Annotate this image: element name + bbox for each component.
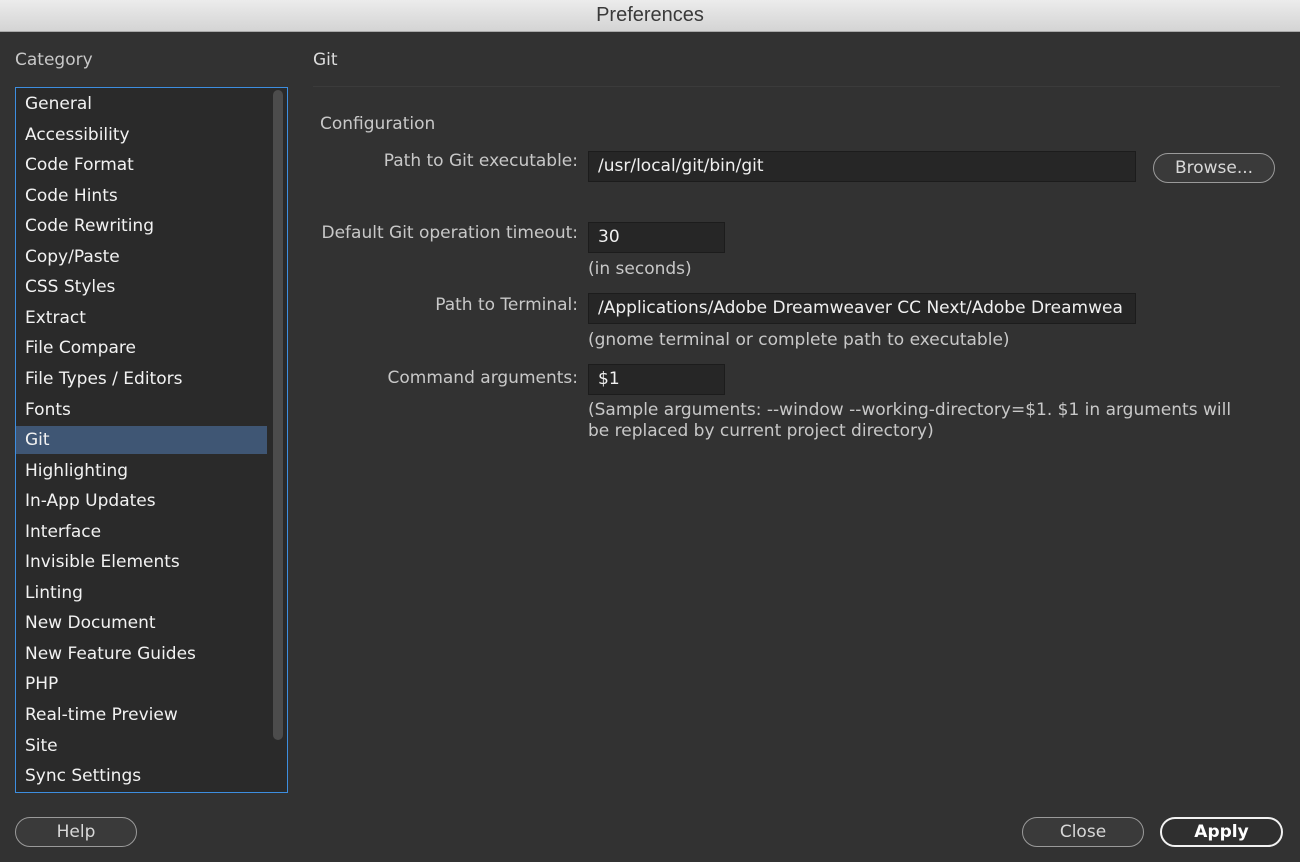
git-path-label: Path to Git executable: bbox=[383, 151, 578, 171]
window-title: Preferences bbox=[596, 4, 704, 26]
panel-title: Git bbox=[313, 50, 338, 70]
configuration-group-label: Configuration bbox=[320, 114, 436, 134]
category-item-file-types-editors[interactable]: File Types / Editors bbox=[16, 365, 267, 393]
apply-button[interactable]: Apply bbox=[1160, 817, 1283, 847]
command-arguments-label: Command arguments: bbox=[387, 368, 579, 388]
panel-divider bbox=[313, 86, 1280, 87]
category-scrollbar[interactable] bbox=[273, 90, 283, 740]
category-item-general[interactable]: General bbox=[16, 90, 267, 118]
window-titlebar: Preferences bbox=[0, 0, 1300, 32]
terminal-hint: (gnome terminal or complete path to exec… bbox=[588, 330, 1010, 350]
category-heading: Category bbox=[15, 50, 93, 70]
arguments-hint-line-2: be replaced by current project directory… bbox=[588, 421, 934, 441]
category-item-fonts[interactable]: Fonts bbox=[16, 396, 267, 424]
category-item-code-rewriting[interactable]: Code Rewriting bbox=[16, 212, 267, 240]
category-item-extract[interactable]: Extract bbox=[16, 304, 267, 332]
terminal-path-input[interactable]: /Applications/Adobe Dreamweaver CC Next/… bbox=[588, 293, 1136, 324]
timeout-input[interactable]: 30 bbox=[588, 222, 725, 253]
category-item-in-app-updates[interactable]: In-App Updates bbox=[16, 487, 267, 515]
timeout-hint: (in seconds) bbox=[588, 259, 692, 279]
git-path-input[interactable]: /usr/local/git/bin/git bbox=[588, 151, 1136, 182]
category-item-new-feature-guides[interactable]: New Feature Guides bbox=[16, 640, 267, 668]
help-button[interactable]: Help bbox=[15, 817, 137, 847]
category-item-git[interactable]: Git bbox=[16, 426, 267, 455]
category-item-linting[interactable]: Linting bbox=[16, 579, 267, 607]
category-item-highlighting[interactable]: Highlighting bbox=[16, 457, 267, 485]
category-item-real-time-preview[interactable]: Real-time Preview bbox=[16, 701, 267, 729]
category-item-copy-paste[interactable]: Copy/Paste bbox=[16, 243, 267, 271]
category-item-site[interactable]: Site bbox=[16, 732, 267, 760]
command-arguments-input[interactable]: $1 bbox=[588, 364, 725, 395]
category-item-file-compare[interactable]: File Compare bbox=[16, 334, 267, 362]
category-item-code-format[interactable]: Code Format bbox=[16, 151, 267, 179]
timeout-label: Default Git operation timeout: bbox=[321, 223, 579, 243]
category-list[interactable]: General Accessibility Code Format Code Hint… bbox=[15, 87, 288, 793]
category-item-sync-settings[interactable]: Sync Settings bbox=[16, 762, 267, 790]
category-item-invisible-elements[interactable]: Invisible Elements bbox=[16, 548, 267, 576]
category-item-new-document[interactable]: New Document bbox=[16, 609, 267, 637]
terminal-path-label: Path to Terminal: bbox=[435, 295, 578, 315]
category-item-code-hints[interactable]: Code Hints bbox=[16, 182, 267, 210]
browse-button[interactable]: Browse... bbox=[1153, 153, 1275, 183]
category-item-php[interactable]: PHP bbox=[16, 670, 267, 698]
category-item-css-styles[interactable]: CSS Styles bbox=[16, 273, 267, 301]
category-item-interface[interactable]: Interface bbox=[16, 518, 267, 546]
close-button[interactable]: Close bbox=[1022, 817, 1144, 847]
arguments-hint-line-1: (Sample arguments: --window --working-di… bbox=[588, 400, 1232, 420]
category-item-accessibility[interactable]: Accessibility bbox=[16, 121, 267, 149]
